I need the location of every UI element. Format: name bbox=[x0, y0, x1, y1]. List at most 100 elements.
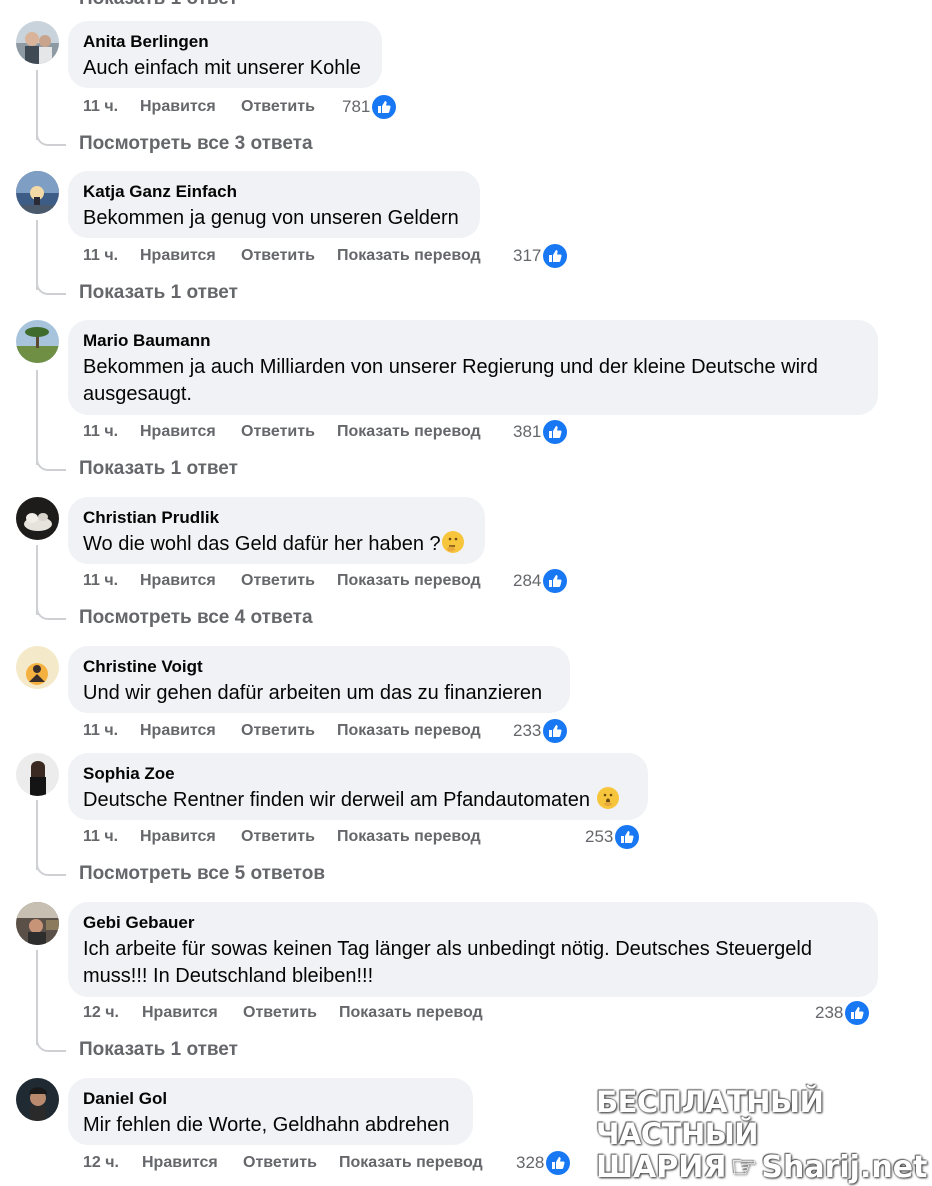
reply-button[interactable]: Ответить bbox=[241, 96, 315, 118]
reply-button[interactable]: Ответить bbox=[241, 570, 315, 592]
view-replies-link[interactable]: Посмотреть все 3 ответа bbox=[79, 133, 313, 155]
avatar[interactable] bbox=[16, 320, 59, 363]
comment-time[interactable]: 11 ч. bbox=[83, 421, 118, 443]
comment-time[interactable]: 11 ч. bbox=[83, 826, 118, 848]
avatar[interactable] bbox=[16, 902, 59, 945]
comment-bubble: Daniel Gol Mir fehlen die Worte, Geldhah… bbox=[68, 1078, 473, 1145]
comment-author[interactable]: Christian Prudlik bbox=[83, 508, 469, 528]
like-count[interactable]: 781 bbox=[342, 95, 397, 119]
like-count[interactable]: 233 bbox=[513, 719, 568, 743]
like-thumb-icon bbox=[372, 95, 397, 119]
comment-author[interactable]: Sophia Zoe bbox=[83, 764, 632, 784]
comment-author[interactable]: Daniel Gol bbox=[83, 1089, 457, 1109]
comment-text: Wo die wohl das Geld dafür her haben ? bbox=[83, 531, 469, 558]
translate-button[interactable]: Показать перевод bbox=[337, 421, 481, 443]
like-count[interactable]: 381 bbox=[513, 420, 568, 444]
comment-time[interactable]: 11 ч. bbox=[83, 96, 118, 118]
view-replies-link[interactable]: Показать 1 ответ bbox=[79, 282, 238, 304]
comment-time[interactable]: 12 ч. bbox=[83, 1152, 119, 1174]
avatar[interactable] bbox=[16, 753, 59, 796]
like-thumb-icon bbox=[845, 1001, 870, 1025]
like-button[interactable]: Нравится bbox=[140, 245, 216, 267]
thread-line bbox=[36, 950, 38, 1045]
thread-connector bbox=[36, 1038, 66, 1052]
comment-time[interactable]: 11 ч. bbox=[83, 720, 118, 742]
view-replies-link[interactable]: Показать 1 ответ bbox=[79, 458, 238, 480]
avatar[interactable] bbox=[16, 497, 59, 540]
thread-connector bbox=[36, 457, 66, 471]
reply-button[interactable]: Ответить bbox=[241, 245, 315, 267]
thread-connector bbox=[36, 132, 66, 146]
watermark-line2-left: ШАРИЯ bbox=[596, 1150, 727, 1185]
like-count-value: 238 bbox=[815, 1003, 844, 1022]
comment-text-content: Wo die wohl das Geld dafür her haben ? bbox=[83, 533, 441, 555]
reply-button[interactable]: Ответить bbox=[243, 1152, 317, 1174]
like-count-value: 253 bbox=[585, 827, 614, 846]
view-replies-link[interactable]: Посмотреть все 5 ответов bbox=[79, 863, 325, 885]
avatar[interactable] bbox=[16, 1078, 59, 1121]
like-button[interactable]: Нравится bbox=[140, 720, 216, 742]
reply-button[interactable]: Ответить bbox=[243, 1002, 317, 1024]
view-replies-link[interactable]: Показать 1 ответ bbox=[79, 1039, 238, 1061]
like-button[interactable]: Нравится bbox=[140, 421, 216, 443]
reply-button[interactable]: Ответить bbox=[241, 421, 315, 443]
comment-author[interactable]: Mario Baumann bbox=[83, 331, 862, 351]
like-thumb-icon bbox=[615, 825, 640, 849]
comment-author[interactable]: Christine Voigt bbox=[83, 657, 554, 677]
like-count[interactable]: 238 bbox=[815, 1001, 870, 1025]
like-count[interactable]: 253 bbox=[585, 825, 640, 849]
translate-button[interactable]: Показать перевод bbox=[337, 245, 481, 267]
comment-time[interactable]: 12 ч. bbox=[83, 1002, 119, 1024]
thread-line bbox=[36, 370, 38, 465]
comment-author[interactable]: Katja Ganz Einfach bbox=[83, 182, 464, 202]
like-count-value: 284 bbox=[513, 571, 542, 590]
pointing-hand-icon: ☞ bbox=[730, 1150, 758, 1185]
comment-author[interactable]: Anita Berlingen bbox=[83, 32, 366, 52]
like-count[interactable]: 317 bbox=[513, 244, 568, 268]
like-count-value: 233 bbox=[513, 721, 542, 740]
reply-button[interactable]: Ответить bbox=[241, 720, 315, 742]
reply-button[interactable]: Ответить bbox=[241, 826, 315, 848]
reply-link-partial[interactable]: Показать 1 ответ bbox=[79, 0, 238, 10]
comment-text-content: Deutsche Rentner finden wir derweil am P… bbox=[83, 789, 590, 811]
translate-button[interactable]: Показать перевод bbox=[337, 720, 481, 742]
comment-text: Bekommen ja genug von unseren Geldern bbox=[83, 207, 459, 229]
comment-bubble: Anita Berlingen Auch einfach mit unserer… bbox=[68, 21, 382, 88]
like-button[interactable]: Нравится bbox=[142, 1152, 218, 1174]
comment-author[interactable]: Gebi Gebauer bbox=[83, 913, 862, 933]
translate-button[interactable]: Показать перевод bbox=[339, 1002, 483, 1024]
like-count[interactable]: 328 bbox=[516, 1151, 571, 1175]
comment-bubble: Christine Voigt Und wir gehen dafür arbe… bbox=[68, 646, 570, 713]
like-thumb-icon bbox=[543, 244, 568, 268]
comment-time[interactable]: 11 ч. bbox=[83, 570, 118, 592]
thread-line bbox=[36, 220, 38, 290]
comment-text: Mir fehlen die Worte, Geldhahn abdrehen bbox=[83, 1114, 450, 1136]
like-button[interactable]: Нравится bbox=[140, 570, 216, 592]
comment-text: Ich arbeite für sowas keinen Tag länger … bbox=[83, 938, 812, 987]
like-thumb-icon bbox=[543, 420, 568, 444]
avatar[interactable] bbox=[16, 21, 59, 64]
like-button[interactable]: Нравится bbox=[140, 96, 216, 118]
thread-connector bbox=[36, 281, 66, 295]
comment-text: Bekommen ja auch Milliarden von unserer … bbox=[83, 356, 818, 405]
translate-button[interactable]: Показать перевод bbox=[337, 826, 481, 848]
watermark: БЕСПЛАТНЫЙ ЧАСТНЫЙ ШАРИЯ ☞ Sharij.net bbox=[596, 1086, 927, 1186]
translate-button[interactable]: Показать перевод bbox=[337, 570, 481, 592]
avatar[interactable] bbox=[16, 646, 59, 689]
view-replies-link[interactable]: Посмотреть все 4 ответа bbox=[79, 607, 313, 629]
comment-bubble: Katja Ganz Einfach Bekommen ja genug von… bbox=[68, 171, 480, 238]
comment-time[interactable]: 11 ч. bbox=[83, 245, 118, 267]
avatar[interactable] bbox=[16, 171, 59, 214]
like-button[interactable]: Нравится bbox=[140, 826, 216, 848]
thread-connector bbox=[36, 606, 66, 620]
thread-line bbox=[36, 70, 38, 140]
like-thumb-icon bbox=[543, 569, 568, 593]
watermark-line2: ШАРИЯ ☞ Sharij.net bbox=[596, 1150, 927, 1186]
comment-bubble: Sophia Zoe Deutsche Rentner finden wir d… bbox=[68, 753, 648, 820]
comment-bubble: Mario Baumann Bekommen ja auch Milliarde… bbox=[68, 320, 878, 415]
like-count[interactable]: 284 bbox=[513, 569, 568, 593]
like-thumb-icon bbox=[546, 1151, 571, 1175]
like-button[interactable]: Нравится bbox=[142, 1002, 218, 1024]
translate-button[interactable]: Показать перевод bbox=[339, 1152, 483, 1174]
comment-text: Und wir gehen dafür arbeiten um das zu f… bbox=[83, 682, 543, 704]
